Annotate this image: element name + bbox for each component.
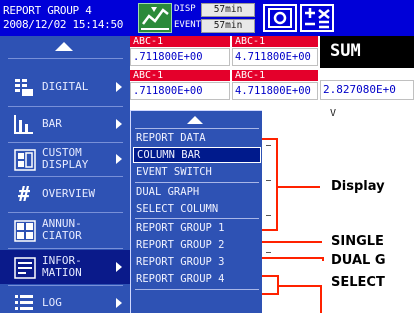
bar-graph-icon: [14, 114, 34, 134]
cell-value-3: .711800E+00: [130, 82, 230, 100]
cell-value-1: .711800E+00: [130, 48, 230, 66]
menu-divider: [8, 176, 123, 177]
unit-label: V: [330, 108, 337, 119]
tick-mark: [266, 252, 271, 253]
submenu-item-select-column[interactable]: SELECT COLUMN: [133, 201, 261, 217]
cell-value-2: 4.711800E+00: [232, 48, 318, 66]
menu-item-custom-display[interactable]: CUSTOM DISPLAY: [0, 143, 130, 175]
annunciator-icon: [14, 220, 36, 242]
left-menu: DIGITAL BAR CUSTOM DISPLAY # OVERVIEW AN…: [0, 36, 130, 313]
submenu-item-column-bar[interactable]: COLUMN BAR: [133, 147, 261, 163]
callout-single: SINGLE: [331, 234, 384, 249]
cell-head-2: ABC-1: [232, 36, 318, 47]
information-submenu: REPORT DATA COLUMN BAR EVENT SWITCH DUAL…: [130, 110, 262, 313]
cell-value-4: 4.711800E+00: [232, 82, 318, 100]
menu-label-information: INFOR- MATION: [42, 254, 82, 279]
submenu-item-event-switch[interactable]: EVENT SWITCH: [133, 164, 261, 180]
callout-dual: DUAL G: [331, 253, 386, 268]
menu-divider: [135, 182, 259, 183]
digital-grid-icon: [14, 77, 34, 97]
memory-icon: [263, 4, 297, 32]
menu-label-digital: DIGITAL: [42, 80, 89, 93]
submenu-item-report-group-1[interactable]: REPORT GROUP 1: [133, 220, 261, 236]
callout-line: [262, 229, 278, 231]
event-time: 57min: [201, 19, 255, 33]
menu-item-information[interactable]: INFOR- MATION: [0, 250, 130, 284]
run-mode-icon: [138, 3, 172, 33]
status-bar: REPORT GROUP 4 2008/12/02 15:14:50 DISP …: [0, 0, 414, 36]
menu-divider: [8, 285, 123, 286]
menu-label-log: LOG: [42, 296, 62, 309]
callout-display: Display: [331, 179, 385, 194]
sum-value: 2.827080E+0: [320, 80, 414, 100]
callout-line: [262, 257, 324, 259]
cell-head-1: ABC-1: [130, 36, 230, 47]
chevron-right-icon: [116, 262, 122, 272]
menu-label-custom-display: CUSTOM DISPLAY: [42, 146, 89, 171]
information-icon: [14, 257, 36, 279]
menu-item-log[interactable]: LOG: [0, 287, 130, 319]
submenu-item-report-group-4[interactable]: REPORT GROUP 4: [133, 271, 261, 287]
menu-divider: [8, 106, 123, 107]
submenu-item-report-data[interactable]: REPORT DATA: [133, 130, 261, 146]
group-title: REPORT GROUP 4: [3, 4, 92, 17]
event-label: EVENT: [174, 20, 202, 30]
tick-mark: [266, 145, 271, 146]
menu-divider: [135, 128, 259, 129]
menu-divider: [8, 248, 123, 249]
chevron-right-icon: [116, 298, 122, 308]
callout-line: [277, 285, 322, 287]
scroll-up-icon[interactable]: [187, 116, 203, 124]
custom-display-icon: [14, 149, 36, 171]
menu-divider: [135, 289, 259, 290]
tick-mark: [266, 180, 271, 181]
menu-label-annunciator: ANNUN- CIATOR: [42, 217, 82, 242]
cell-head-3: ABC-1: [130, 70, 230, 81]
hash-grid-icon: #: [17, 182, 31, 206]
menu-item-digital[interactable]: DIGITAL: [0, 71, 130, 103]
submenu-item-dual-graph[interactable]: DUAL GRAPH: [133, 184, 261, 200]
menu-divider: [8, 212, 123, 213]
submenu-item-report-group-2[interactable]: REPORT GROUP 2: [133, 237, 261, 253]
menu-label-overview: OVERVIEW: [42, 187, 95, 200]
chevron-right-icon: [116, 154, 122, 164]
submenu-item-report-group-3[interactable]: REPORT GROUP 3: [133, 254, 261, 270]
chevron-right-icon: [116, 82, 122, 92]
tick-mark: [266, 215, 271, 216]
menu-item-bar[interactable]: BAR: [0, 108, 130, 140]
sum-header: SUM: [320, 36, 414, 68]
disp-time: 57min: [201, 3, 255, 17]
menu-item-annunciator[interactable]: ANNUN- CIATOR: [0, 214, 130, 246]
log-list-icon: [14, 293, 34, 313]
callout-line: [320, 285, 322, 313]
menu-divider: [135, 218, 259, 219]
callout-line: [322, 257, 324, 261]
menu-divider: [8, 58, 123, 59]
scroll-up-icon[interactable]: [55, 42, 73, 51]
callout-line: [262, 138, 278, 140]
chevron-right-icon: [116, 119, 122, 129]
menu-label-bar: BAR: [42, 117, 62, 130]
disp-label: DISP: [174, 4, 196, 14]
callout-line: [262, 241, 322, 243]
datetime: 2008/12/02 15:14:50: [3, 18, 124, 31]
cell-head-4: ABC-1: [232, 70, 318, 81]
menu-item-overview[interactable]: # OVERVIEW: [0, 178, 130, 210]
math-icon: [300, 4, 334, 32]
callout-line: [278, 186, 320, 188]
callout-select: SELECT: [331, 275, 385, 290]
callout-bracket-display: [276, 138, 278, 231]
